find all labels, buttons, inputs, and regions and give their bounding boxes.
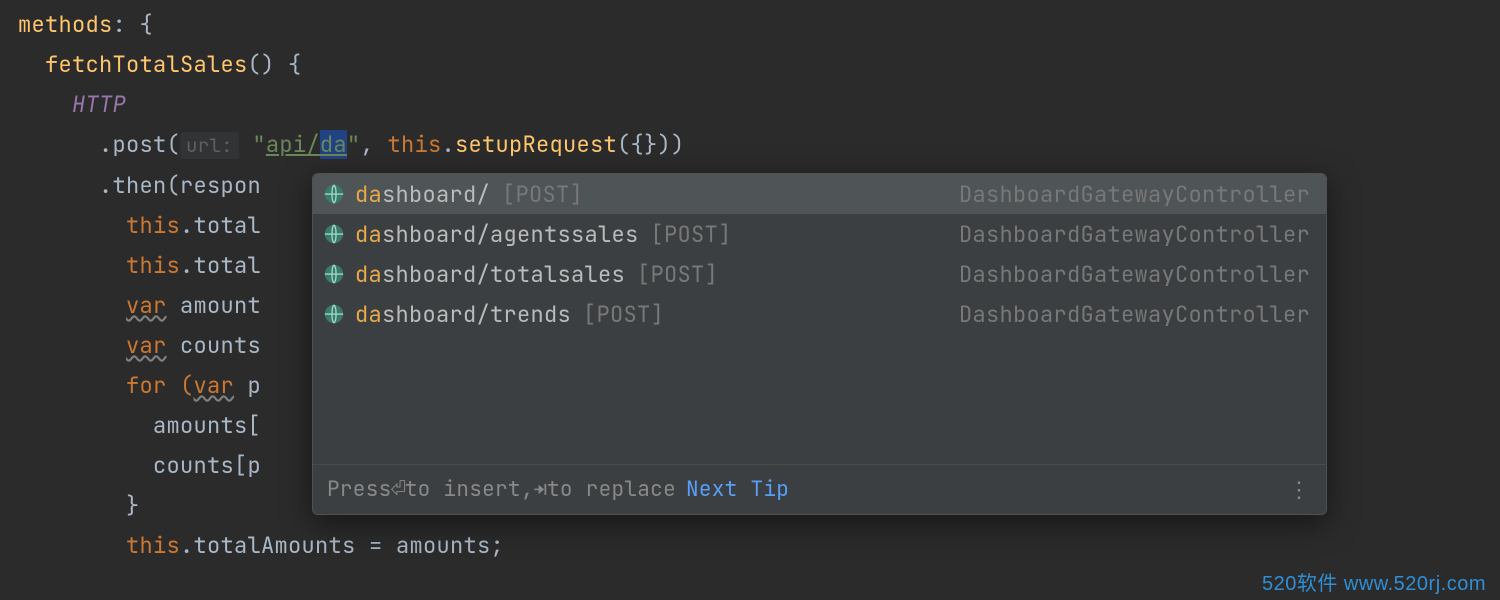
web-endpoint-icon [323, 303, 345, 325]
inline-hint: url: [180, 132, 239, 159]
completion-origin: DashboardGatewayController [959, 260, 1310, 289]
code-line: fetchTotalSales() { [18, 45, 1500, 85]
typed-text: da [320, 130, 347, 159]
completion-origin: DashboardGatewayController [959, 180, 1310, 209]
watermark-text: 520软件 www.520rj.com [1262, 567, 1486, 596]
more-menu-icon[interactable]: ⋮ [1288, 475, 1312, 504]
completion-origin: DashboardGatewayController [959, 220, 1310, 249]
completion-path: dashboard/totalsales [355, 260, 625, 289]
function-name: fetchTotalSales [45, 50, 248, 79]
completion-footer: Press ⏎ to insert, ⇥ to replace Next Tip… [313, 464, 1326, 514]
web-endpoint-icon [323, 263, 345, 285]
next-tip-link[interactable]: Next Tip [686, 476, 789, 503]
http-identifier: HTTP [72, 90, 126, 119]
completion-path: dashboard/agentssales [355, 220, 639, 249]
completion-path: dashboard/ [355, 180, 490, 209]
completion-path: dashboard/trends [355, 300, 571, 329]
enter-key-icon: ⏎ [392, 476, 405, 503]
code-line: methods: { [18, 5, 1500, 45]
completion-popup: dashboard/ [POST] DashboardGatewayContro… [312, 173, 1327, 515]
completion-item[interactable]: dashboard/totalsales [POST] DashboardGat… [313, 254, 1326, 294]
http-method-badge: [POST] [583, 300, 664, 329]
web-endpoint-icon [323, 183, 345, 205]
completion-item[interactable]: dashboard/trends [POST] DashboardGateway… [313, 294, 1326, 334]
http-method-badge: [POST] [637, 260, 718, 289]
completion-origin: DashboardGatewayController [959, 300, 1310, 329]
http-method-badge: [POST] [651, 220, 732, 249]
web-endpoint-icon [323, 223, 345, 245]
property: methods [18, 10, 113, 39]
completion-item[interactable]: dashboard/ [POST] DashboardGatewayContro… [313, 174, 1326, 214]
code-line: this.totalAmounts = amounts; [18, 526, 1500, 566]
http-method-badge: [POST] [502, 180, 583, 209]
code-line: HTTP [18, 85, 1500, 125]
tab-key-icon: ⇥ [534, 476, 547, 503]
completion-item[interactable]: dashboard/agentssales [POST] DashboardGa… [313, 214, 1326, 254]
code-line: .post(url: "api/da", this.setupRequest({… [18, 125, 1500, 166]
